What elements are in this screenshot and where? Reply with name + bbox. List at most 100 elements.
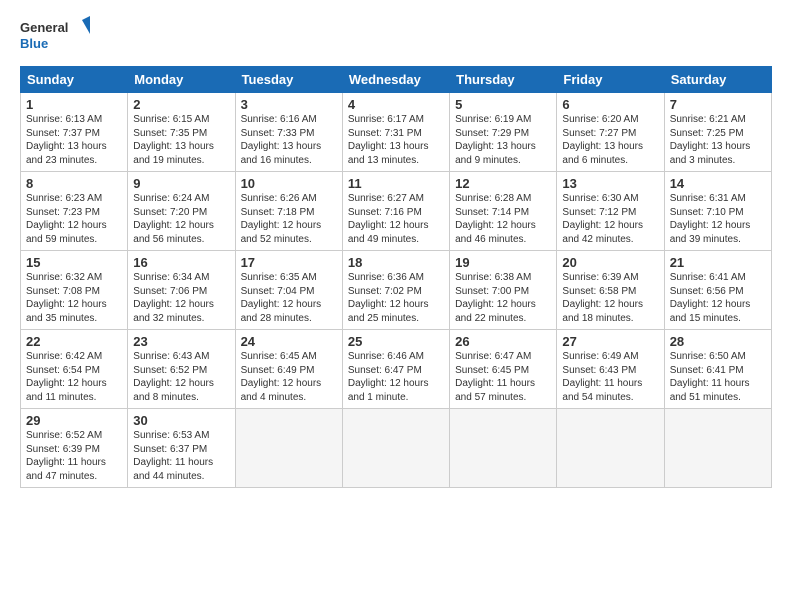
cell-text: Sunrise: 6:39 AM bbox=[562, 271, 658, 285]
cell-text: Sunset: 6:45 PM bbox=[455, 364, 551, 378]
calendar-cell: 12Sunrise: 6:28 AMSunset: 7:14 PMDayligh… bbox=[450, 172, 557, 251]
cell-text: and 18 minutes. bbox=[562, 312, 658, 326]
day-number: 7 bbox=[670, 97, 766, 112]
cell-text: Daylight: 12 hours bbox=[562, 298, 658, 312]
calendar-cell: 10Sunrise: 6:26 AMSunset: 7:18 PMDayligh… bbox=[235, 172, 342, 251]
calendar-cell: 29Sunrise: 6:52 AMSunset: 6:39 PMDayligh… bbox=[21, 409, 128, 488]
cell-text: and 8 minutes. bbox=[133, 391, 229, 405]
day-number: 4 bbox=[348, 97, 444, 112]
day-number: 16 bbox=[133, 255, 229, 270]
cell-text: and 46 minutes. bbox=[455, 233, 551, 247]
cell-text: Daylight: 12 hours bbox=[133, 219, 229, 233]
cell-text: Daylight: 12 hours bbox=[133, 377, 229, 391]
calendar-cell: 23Sunrise: 6:43 AMSunset: 6:52 PMDayligh… bbox=[128, 330, 235, 409]
calendar-cell: 20Sunrise: 6:39 AMSunset: 6:58 PMDayligh… bbox=[557, 251, 664, 330]
cell-text: Sunset: 7:08 PM bbox=[26, 285, 122, 299]
cell-text: Sunset: 7:18 PM bbox=[241, 206, 337, 220]
cell-text: Sunrise: 6:49 AM bbox=[562, 350, 658, 364]
cell-text: Daylight: 12 hours bbox=[670, 219, 766, 233]
week-row-2: 8Sunrise: 6:23 AMSunset: 7:23 PM Daylight… bbox=[21, 172, 772, 251]
cell-text: and 51 minutes. bbox=[670, 391, 766, 405]
cell-text: and 16 minutes. bbox=[241, 154, 337, 168]
calendar-cell: 28Sunrise: 6:50 AMSunset: 6:41 PMDayligh… bbox=[664, 330, 771, 409]
calendar-cell: 5Sunrise: 6:19 AMSunset: 7:29 PMDaylight… bbox=[450, 93, 557, 172]
cell-text: Sunset: 7:00 PM bbox=[455, 285, 551, 299]
cell-text: Sunset: 7:35 PM bbox=[133, 127, 229, 141]
cell-text: Sunrise: 6:19 AM bbox=[455, 113, 551, 127]
cell-text: and 23 minutes. bbox=[26, 154, 122, 168]
cell-text: Sunrise: 6:46 AM bbox=[348, 350, 444, 364]
cell-text: Daylight: 12 hours bbox=[348, 219, 444, 233]
cell-text: and 59 minutes. bbox=[26, 233, 122, 247]
cell-text: Sunrise: 6:47 AM bbox=[455, 350, 551, 364]
day-number: 29 bbox=[26, 413, 122, 428]
calendar-cell: 11Sunrise: 6:27 AMSunset: 7:16 PMDayligh… bbox=[342, 172, 449, 251]
calendar-cell: 26Sunrise: 6:47 AMSunset: 6:45 PMDayligh… bbox=[450, 330, 557, 409]
col-header-thursday: Thursday bbox=[450, 67, 557, 93]
cell-text: Sunrise: 6:41 AM bbox=[670, 271, 766, 285]
calendar-cell: 2Sunrise: 6:15 AMSunset: 7:35 PMDaylight… bbox=[128, 93, 235, 172]
cell-text: and 22 minutes. bbox=[455, 312, 551, 326]
cell-text: Sunrise: 6:21 AM bbox=[670, 113, 766, 127]
calendar-cell: 7Sunrise: 6:21 AMSunset: 7:25 PMDaylight… bbox=[664, 93, 771, 172]
cell-text: Sunrise: 6:30 AM bbox=[562, 192, 658, 206]
cell-text: Sunrise: 6:15 AM bbox=[133, 113, 229, 127]
cell-text: Sunset: 7:23 PM bbox=[26, 206, 122, 220]
cell-text: Sunrise: 6:24 AM bbox=[133, 192, 229, 206]
day-number: 8 bbox=[26, 176, 122, 191]
week-row-1: 1Sunrise: 6:13 AMSunset: 7:37 PMDaylight… bbox=[21, 93, 772, 172]
cell-text: Sunrise: 6:26 AM bbox=[241, 192, 337, 206]
calendar-cell: 4Sunrise: 6:17 AMSunset: 7:31 PMDaylight… bbox=[342, 93, 449, 172]
day-number: 20 bbox=[562, 255, 658, 270]
cell-text: Daylight: 12 hours bbox=[133, 298, 229, 312]
cell-text: Daylight: 11 hours bbox=[562, 377, 658, 391]
calendar-cell: 19Sunrise: 6:38 AMSunset: 7:00 PMDayligh… bbox=[450, 251, 557, 330]
day-number: 18 bbox=[348, 255, 444, 270]
day-number: 26 bbox=[455, 334, 551, 349]
cell-text: Sunrise: 6:32 AM bbox=[26, 271, 122, 285]
calendar-cell: 1Sunrise: 6:13 AMSunset: 7:37 PMDaylight… bbox=[21, 93, 128, 172]
day-number: 5 bbox=[455, 97, 551, 112]
calendar-cell bbox=[450, 409, 557, 488]
cell-text: Daylight: 12 hours bbox=[348, 377, 444, 391]
cell-text: Sunrise: 6:35 AM bbox=[241, 271, 337, 285]
day-number: 22 bbox=[26, 334, 122, 349]
col-header-sunday: Sunday bbox=[21, 67, 128, 93]
cell-text: and 15 minutes. bbox=[670, 312, 766, 326]
cell-text: Sunset: 6:37 PM bbox=[133, 443, 229, 457]
cell-text: Sunset: 6:56 PM bbox=[670, 285, 766, 299]
day-number: 2 bbox=[133, 97, 229, 112]
cell-text: Daylight: 12 hours bbox=[26, 377, 122, 391]
cell-text: and 42 minutes. bbox=[562, 233, 658, 247]
cell-text: Daylight: 12 hours bbox=[241, 377, 337, 391]
day-number: 9 bbox=[133, 176, 229, 191]
cell-text: Sunrise: 6:42 AM bbox=[26, 350, 122, 364]
page: General Blue SundayMondayTuesdayWednesda… bbox=[0, 0, 792, 498]
calendar-cell: 13Sunrise: 6:30 AMSunset: 7:12 PMDayligh… bbox=[557, 172, 664, 251]
cell-text: and 54 minutes. bbox=[562, 391, 658, 405]
day-number: 3 bbox=[241, 97, 337, 112]
cell-text: Daylight: 11 hours bbox=[455, 377, 551, 391]
cell-text: Sunset: 6:47 PM bbox=[348, 364, 444, 378]
cell-text: Sunrise: 6:43 AM bbox=[133, 350, 229, 364]
cell-text: Daylight: 12 hours bbox=[670, 298, 766, 312]
day-number: 17 bbox=[241, 255, 337, 270]
day-number: 25 bbox=[348, 334, 444, 349]
cell-text: Daylight: 13 hours bbox=[26, 140, 122, 154]
cell-text: and 47 minutes. bbox=[26, 470, 122, 484]
calendar-cell: 24Sunrise: 6:45 AMSunset: 6:49 PMDayligh… bbox=[235, 330, 342, 409]
cell-text: and 13 minutes. bbox=[348, 154, 444, 168]
cell-text: Sunset: 7:20 PM bbox=[133, 206, 229, 220]
week-row-4: 22Sunrise: 6:42 AMSunset: 6:54 PMDayligh… bbox=[21, 330, 772, 409]
logo: General Blue bbox=[20, 16, 90, 56]
calendar-cell: 6Sunrise: 6:20 AMSunset: 7:27 PMDaylight… bbox=[557, 93, 664, 172]
cell-text: Daylight: 11 hours bbox=[670, 377, 766, 391]
cell-text: Sunrise: 6:23 AM bbox=[26, 192, 122, 206]
cell-text: Sunrise: 6:16 AM bbox=[241, 113, 337, 127]
cell-text: Daylight: 13 hours bbox=[455, 140, 551, 154]
cell-text: Daylight: 11 hours bbox=[26, 456, 122, 470]
cell-text: and 28 minutes. bbox=[241, 312, 337, 326]
cell-text: Sunrise: 6:34 AM bbox=[133, 271, 229, 285]
cell-text: Sunset: 7:25 PM bbox=[670, 127, 766, 141]
day-number: 1 bbox=[26, 97, 122, 112]
